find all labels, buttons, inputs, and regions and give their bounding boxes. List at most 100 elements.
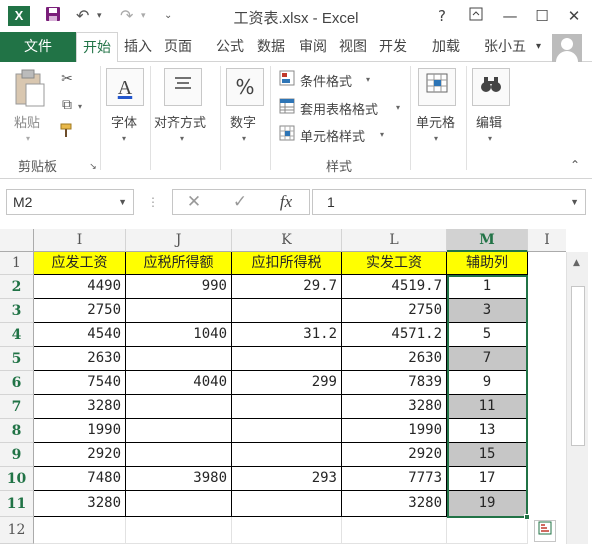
cut-icon[interactable]: ✂ xyxy=(58,70,76,88)
fill-handle[interactable] xyxy=(524,514,530,520)
paste-dropdown-icon[interactable]: ▾ xyxy=(26,134,30,143)
row-header-8[interactable]: 8 xyxy=(0,419,34,443)
data-cell[interactable]: 9 xyxy=(447,371,528,395)
expand-formula-bar-icon[interactable]: ▼ xyxy=(570,190,579,214)
column-header-partial[interactable]: I xyxy=(528,229,566,252)
column-header-i[interactable]: I xyxy=(34,229,126,252)
header-cell[interactable]: 应税所得额 xyxy=(126,252,232,275)
header-cell[interactable]: 应扣所得税 xyxy=(232,252,342,275)
data-cell[interactable]: 7773 xyxy=(342,467,447,491)
data-cell[interactable]: 293 xyxy=(232,467,342,491)
cells-icon[interactable] xyxy=(418,68,456,106)
table-format-icon[interactable] xyxy=(278,98,296,116)
empty-cell[interactable] xyxy=(126,517,232,544)
data-cell[interactable]: 1990 xyxy=(34,419,126,443)
select-all-corner[interactable] xyxy=(0,229,34,252)
tab-data[interactable]: 数据 xyxy=(252,32,290,62)
redo-icon[interactable]: ↷ xyxy=(120,5,133,27)
column-header-m[interactable]: M xyxy=(447,229,528,252)
data-cell[interactable]: 7540 xyxy=(34,371,126,395)
row-header-10[interactable]: 10 xyxy=(0,467,34,491)
row-header-11[interactable]: 11 xyxy=(0,491,34,517)
data-cell[interactable]: 7480 xyxy=(34,467,126,491)
font-icon[interactable]: A xyxy=(106,68,144,106)
header-cell[interactable]: 应发工资 xyxy=(34,252,126,275)
format-painter-icon[interactable] xyxy=(58,122,76,140)
data-cell[interactable] xyxy=(126,491,232,517)
cancel-entry-button[interactable]: ✕ xyxy=(175,190,213,214)
empty-cell[interactable] xyxy=(447,517,528,544)
data-cell[interactable]: 2920 xyxy=(342,443,447,467)
tab-page-layout[interactable]: 页面 xyxy=(158,32,198,62)
maximize-button[interactable]: ☐ xyxy=(530,4,554,28)
tab-home[interactable]: 开始 xyxy=(76,32,118,63)
confirm-entry-button[interactable]: ✓ xyxy=(221,190,259,214)
data-cell[interactable]: 3280 xyxy=(34,395,126,419)
data-cell[interactable]: 3280 xyxy=(34,491,126,517)
vertical-scrollbar[interactable]: ▲ xyxy=(566,252,588,544)
data-cell[interactable]: 5 xyxy=(447,323,528,347)
data-cell[interactable] xyxy=(232,395,342,419)
data-cell[interactable]: 3 xyxy=(447,299,528,323)
number-format-icon[interactable]: % xyxy=(226,68,264,106)
scroll-up-icon[interactable]: ▲ xyxy=(573,258,580,268)
conditional-format-dropdown-icon[interactable]: ▾ xyxy=(366,75,370,84)
scrollbar-thumb[interactable] xyxy=(571,286,585,446)
data-cell[interactable]: 2630 xyxy=(34,347,126,371)
data-cell[interactable]: 31.2 xyxy=(232,323,342,347)
data-cell[interactable] xyxy=(232,419,342,443)
row-header-5[interactable]: 5 xyxy=(0,347,34,371)
alignment-icon[interactable] xyxy=(164,68,202,106)
cell-style-dropdown-icon[interactable]: ▾ xyxy=(380,130,384,139)
column-header-k[interactable]: K xyxy=(232,229,342,252)
row-header-3[interactable]: 3 xyxy=(0,299,34,323)
paste-icon[interactable] xyxy=(12,68,48,112)
minimize-button[interactable]: — xyxy=(498,4,522,28)
data-cell[interactable]: 13 xyxy=(447,419,528,443)
data-cell[interactable] xyxy=(126,395,232,419)
data-cell[interactable]: 299 xyxy=(232,371,342,395)
row-header-1[interactable]: 1 xyxy=(0,252,34,275)
data-cell[interactable]: 19 xyxy=(447,491,528,517)
data-cell[interactable]: 2750 xyxy=(342,299,447,323)
data-cell[interactable]: 3980 xyxy=(126,467,232,491)
data-cell[interactable] xyxy=(232,347,342,371)
empty-cell[interactable] xyxy=(232,517,342,544)
table-format-dropdown-icon[interactable]: ▾ xyxy=(396,103,400,112)
row-header-9[interactable]: 9 xyxy=(0,443,34,467)
data-cell[interactable] xyxy=(232,491,342,517)
data-cell[interactable]: 7839 xyxy=(342,371,447,395)
data-cell[interactable]: 3280 xyxy=(342,395,447,419)
data-cell[interactable] xyxy=(126,299,232,323)
data-cell[interactable]: 17 xyxy=(447,467,528,491)
avatar[interactable] xyxy=(552,34,582,62)
tab-file[interactable]: 文件 xyxy=(0,32,76,62)
data-cell[interactable]: 990 xyxy=(126,275,232,299)
empty-cell[interactable] xyxy=(34,517,126,544)
data-cell[interactable]: 2920 xyxy=(34,443,126,467)
undo-icon[interactable]: ↶ xyxy=(76,5,89,27)
data-cell[interactable]: 1990 xyxy=(342,419,447,443)
header-cell[interactable]: 辅助列 xyxy=(447,252,528,275)
tab-developer[interactable]: 开发 xyxy=(374,32,412,62)
conditional-format-icon[interactable] xyxy=(278,70,296,88)
cell-style-button[interactable]: 单元格样式 xyxy=(300,126,365,145)
data-cell[interactable] xyxy=(126,443,232,467)
data-cell[interactable]: 2630 xyxy=(342,347,447,371)
data-cell[interactable] xyxy=(232,443,342,467)
data-cell[interactable] xyxy=(126,419,232,443)
insert-function-button[interactable]: fx xyxy=(267,190,305,214)
copy-icon[interactable]: ⧉ xyxy=(58,96,76,114)
data-cell[interactable]: 4519.7 xyxy=(342,275,447,299)
cells-dropdown-icon[interactable]: ▾ xyxy=(434,134,438,143)
data-cell[interactable]: 11 xyxy=(447,395,528,419)
tab-review[interactable]: 审阅 xyxy=(294,32,332,62)
cells-button[interactable]: 单元格 xyxy=(416,112,455,131)
data-cell[interactable]: 15 xyxy=(447,443,528,467)
row-header-2[interactable]: 2 xyxy=(0,275,34,299)
redo-dropdown-icon[interactable]: ▾ xyxy=(141,5,146,27)
find-binoculars-icon[interactable] xyxy=(472,68,510,106)
number-button[interactable]: 数字 xyxy=(230,112,256,131)
editing-button[interactable]: 编辑 xyxy=(476,112,502,131)
data-cell[interactable]: 7 xyxy=(447,347,528,371)
